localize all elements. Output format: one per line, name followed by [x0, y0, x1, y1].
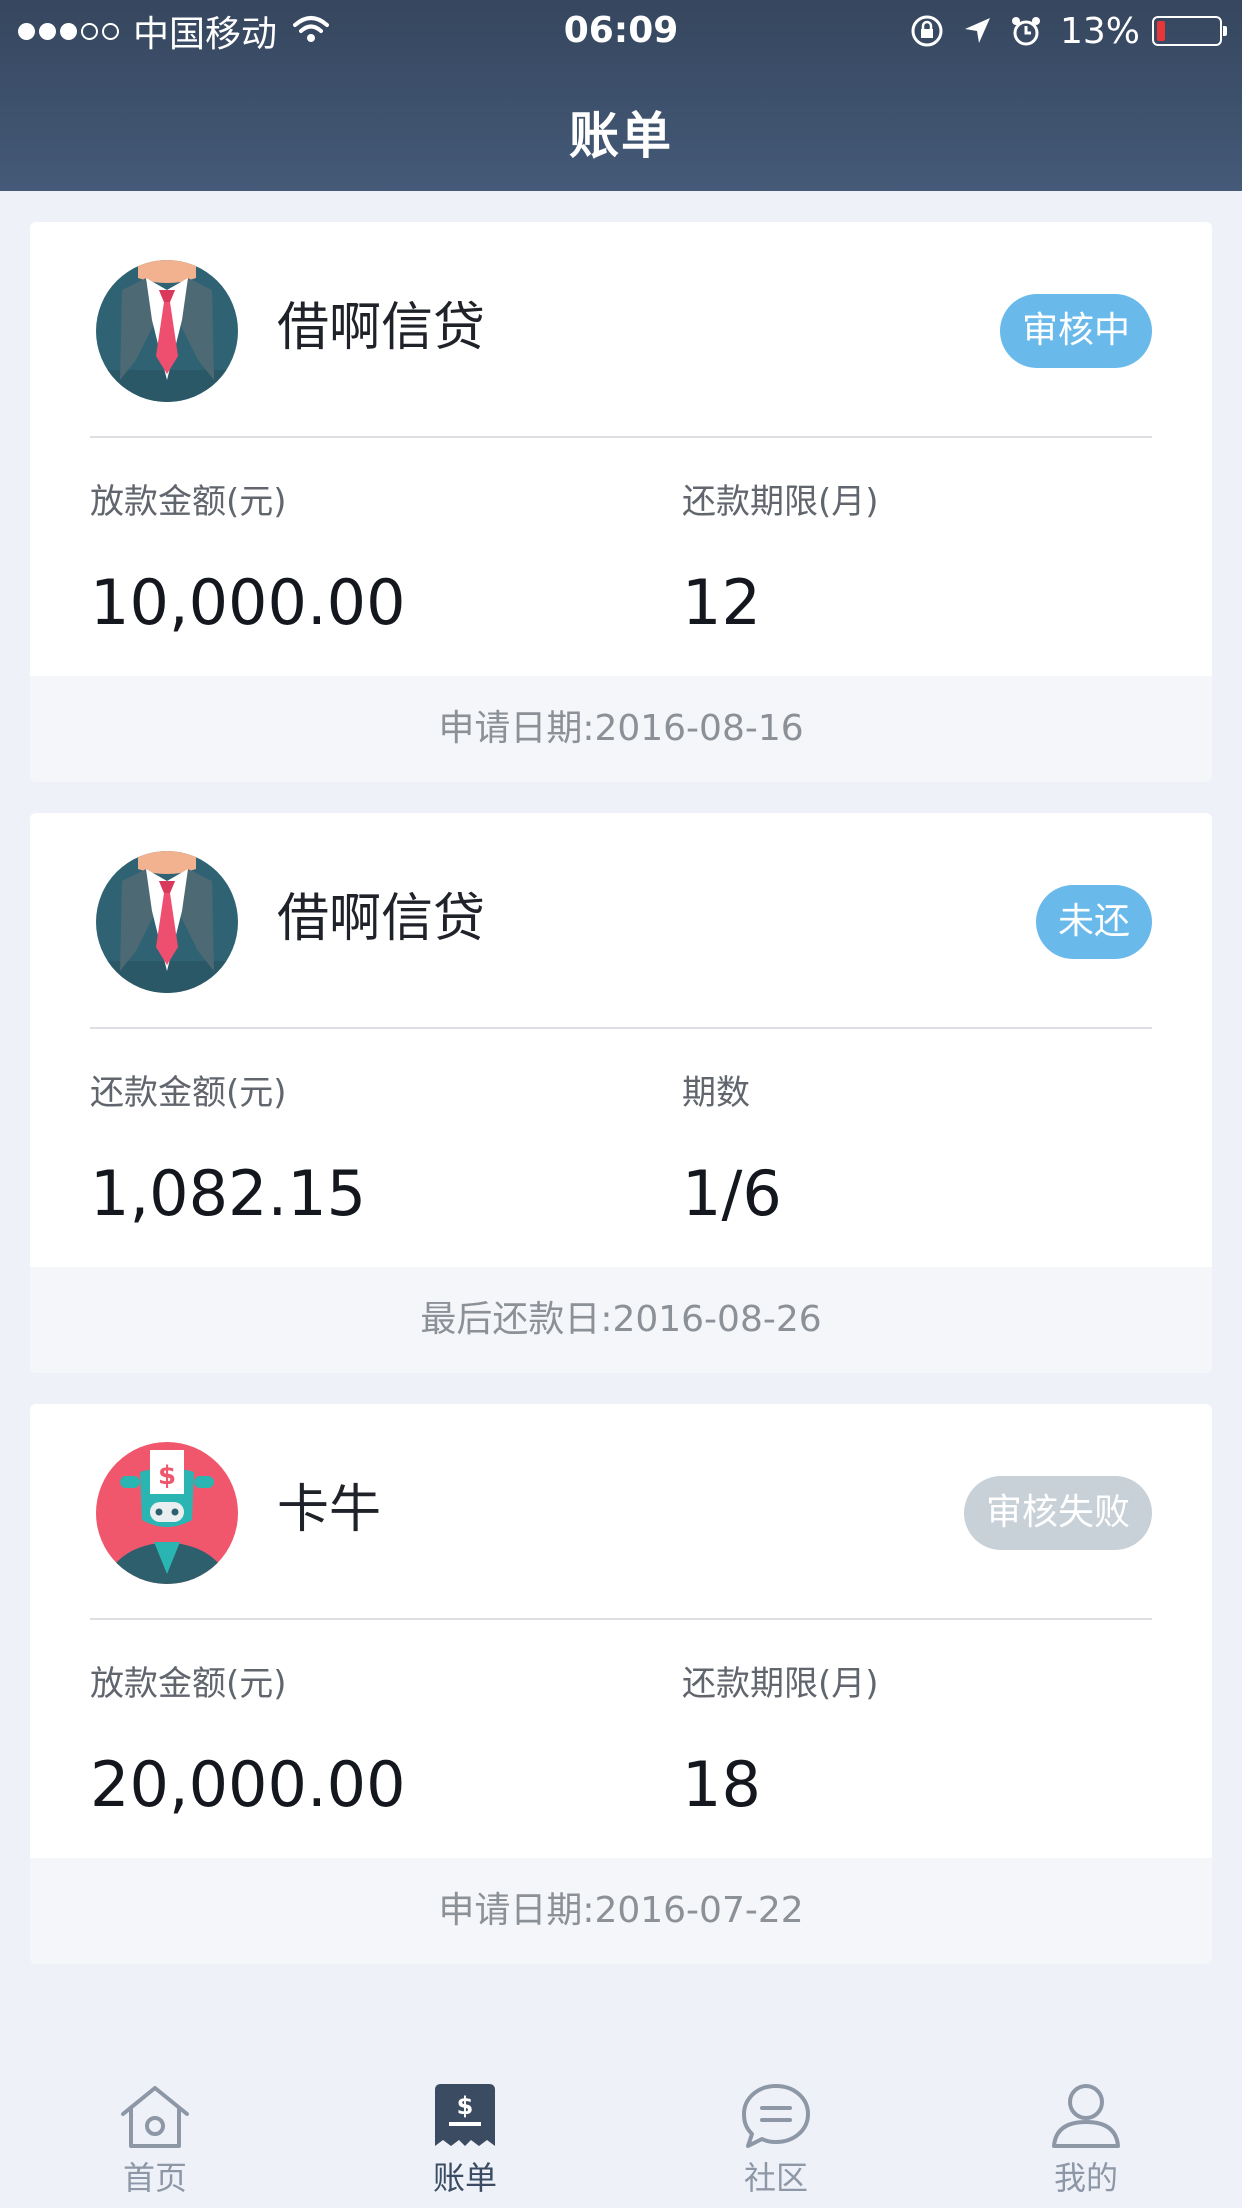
- bill-card[interactable]: 借啊信贷 未还 还款金额(元) 1,082.15 期数 1/6 最后还款日:20…: [30, 813, 1212, 1373]
- amount-column: 还款金额(元) 1,082.15: [90, 1068, 366, 1234]
- installment-value: 1/6: [682, 1157, 782, 1230]
- tab-bills[interactable]: $ 账单: [310, 2050, 620, 2208]
- page-title: 账单: [569, 107, 673, 165]
- amount-label: 放款金额(元): [90, 1664, 287, 1704]
- status-right: 13%: [892, 8, 1227, 54]
- battery-percent: 13%: [1059, 10, 1140, 52]
- tab-label: 首页: [122, 2159, 187, 2197]
- amount-value: 20,000.00: [90, 1748, 406, 1821]
- status-badge: 未还: [1035, 885, 1152, 959]
- businessman-avatar-icon: [96, 260, 238, 402]
- tab-label: 我的: [1053, 2159, 1118, 2197]
- card-header: 借啊信贷 未还: [30, 813, 1212, 1028]
- status-badge: 审核失败: [963, 1476, 1152, 1550]
- divider: [90, 436, 1152, 438]
- chat-icon: [736, 2080, 816, 2152]
- alarm-icon: [1010, 15, 1042, 47]
- divider: [90, 1027, 1152, 1029]
- home-icon: [115, 2080, 195, 2152]
- amount-column: 放款金额(元) 10,000.00: [90, 477, 406, 643]
- amount-label: 还款金额(元): [90, 1073, 287, 1113]
- term-column: 还款期限(月) 18: [682, 1659, 879, 1825]
- card-header: $ 卡牛 审核失败: [30, 1404, 1212, 1619]
- lender-name: 借啊信贷: [277, 889, 486, 949]
- card-footer-date: 最后还款日:2016-08-26: [30, 1267, 1212, 1373]
- tab-profile[interactable]: 我的: [931, 2050, 1241, 2208]
- svg-text:$: $: [457, 2092, 474, 2120]
- term-column: 还款期限(月) 12: [682, 477, 879, 643]
- tab-label: 账单: [432, 2159, 497, 2197]
- businessman-avatar-icon: [96, 851, 238, 993]
- cow-avatar-icon: $: [96, 1442, 238, 1584]
- term-value: 12: [682, 566, 761, 639]
- card-header: 借啊信贷 审核中: [30, 222, 1212, 437]
- term-value: 18: [682, 1748, 761, 1821]
- card-footer-date: 申请日期:2016-08-16: [30, 676, 1212, 782]
- lender-name: 借啊信贷: [277, 298, 486, 358]
- term-label: 还款期限(月): [682, 1664, 879, 1704]
- installment-label: 期数: [682, 1073, 750, 1113]
- rotation-lock-icon: [910, 14, 944, 48]
- tab-bar: 首页 $ 账单 社区 我的: [0, 2050, 1242, 2208]
- lender-name: 卡牛: [277, 1480, 382, 1540]
- header: 中国移动 06:09 13% 账单: [0, 0, 1242, 191]
- bill-card[interactable]: $ 卡牛 审核失败 放款金额(元) 20,000.00 还款期限(月) 18 申…: [30, 1404, 1212, 1964]
- amount-label: 放款金额(元): [90, 482, 287, 522]
- profile-icon: [1046, 2080, 1126, 2152]
- location-arrow-icon: [962, 16, 992, 46]
- tab-label: 社区: [743, 2159, 808, 2197]
- amount-value: 1,082.15: [90, 1157, 367, 1230]
- battery-icon: [1152, 16, 1227, 46]
- bill-icon: $: [425, 2080, 505, 2152]
- status-bar: 中国移动 06:09 13%: [0, 0, 1242, 62]
- card-footer-date: 申请日期:2016-07-22: [30, 1858, 1212, 1964]
- status-badge: 审核中: [999, 294, 1152, 368]
- bill-card[interactable]: 借啊信贷 审核中 放款金额(元) 10,000.00 还款期限(月) 12 申请…: [30, 222, 1212, 782]
- tab-home[interactable]: 首页: [0, 2050, 310, 2208]
- divider: [90, 1618, 1152, 1620]
- term-label: 还款期限(月): [682, 482, 879, 522]
- amount-column: 放款金额(元) 20,000.00: [90, 1659, 406, 1825]
- tab-community[interactable]: 社区: [621, 2050, 931, 2208]
- installment-column: 期数 1/6: [682, 1068, 782, 1234]
- svg-text:$: $: [158, 1461, 176, 1491]
- amount-value: 10,000.00: [90, 566, 406, 639]
